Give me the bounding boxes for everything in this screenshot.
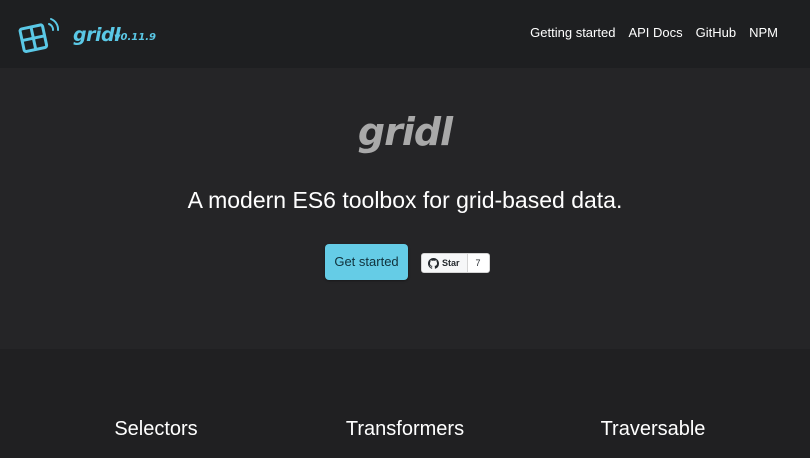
navbar: gridl v0.11.9 Getting started API Docs G… (0, 0, 810, 68)
hero-section: gridl A modern ES6 toolbox for grid-base… (0, 68, 810, 349)
feature-title-selectors: Selectors (114, 418, 198, 440)
home-logo-link[interactable]: gridl v0.11.9 (18, 16, 158, 56)
nav-github[interactable]: GitHub (696, 25, 736, 41)
features-section: Selectors Transformers Traversable (0, 349, 810, 458)
get-started-button[interactable]: Get started (325, 244, 408, 280)
github-icon (428, 257, 439, 269)
hero-title: gridl (357, 110, 453, 154)
nav-npm[interactable]: NPM (749, 25, 778, 41)
feature-title-transformers: Transformers (345, 418, 465, 440)
star-label: Star (442, 258, 460, 268)
version-label: v0.11.9 (114, 32, 156, 43)
star-count[interactable]: 7 (467, 254, 489, 272)
nav-getting-started[interactable]: Getting started (530, 25, 615, 41)
github-star-button[interactable]: Star (422, 254, 468, 272)
nav-api-docs[interactable]: API Docs (628, 25, 682, 41)
grid-wifi-logo-icon (18, 18, 60, 53)
github-star-widget[interactable]: Star 7 (421, 253, 490, 273)
page: gridl v0.11.9 Getting started API Docs G… (0, 0, 810, 458)
nav-links: Getting started API Docs GitHub NPM (530, 25, 778, 41)
feature-title-traversable: Traversable (600, 418, 706, 440)
hero-tagline: A modern ES6 toolbox for grid-based data… (187, 187, 623, 213)
